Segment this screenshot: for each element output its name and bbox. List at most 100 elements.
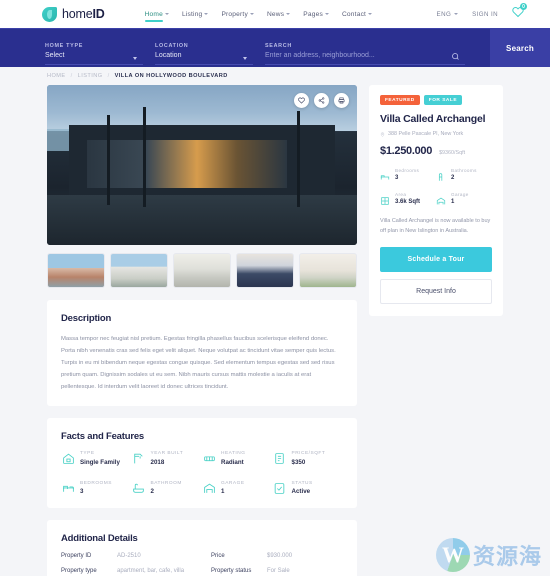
fact-status: STATUS Active xyxy=(273,481,344,495)
print-button[interactable] xyxy=(334,93,349,108)
sidebar-fact-value: 3.6k Sqft xyxy=(395,199,421,205)
nav-item-listing[interactable]: Listing xyxy=(181,8,209,21)
schedule-tour-button[interactable]: Schedule a Tour xyxy=(380,247,492,273)
home-type-value: Select xyxy=(45,51,65,59)
breadcrumb-home[interactable]: HOME xyxy=(47,73,66,79)
fact-label: YEAR BUILT xyxy=(150,451,184,457)
address-search-field[interactable]: SEARCH Enter an address, neighbourhood..… xyxy=(265,29,490,67)
search-button[interactable]: Search xyxy=(490,29,550,67)
detail-key: Price xyxy=(211,553,225,560)
bed-icon xyxy=(380,169,391,180)
chevron-down-icon xyxy=(286,13,291,15)
fact-value: 1 xyxy=(221,488,225,496)
thumbnail[interactable] xyxy=(236,253,294,288)
detail-value: apartment, bar, cafe, villa xyxy=(117,568,185,575)
fact-label: BATHROOM xyxy=(150,480,182,486)
location-label: LOCATION xyxy=(155,42,189,49)
fact-label: PRICE/SQFT xyxy=(291,451,326,457)
chevron-down-icon xyxy=(164,13,169,15)
breadcrumb-listing[interactable]: LISTING xyxy=(78,73,103,79)
detail-key: Property status xyxy=(211,568,252,575)
field-underline xyxy=(155,64,253,65)
nav-label: Listing xyxy=(181,10,203,18)
fact-heating: HEATING Radiant xyxy=(202,451,273,466)
gallery-actions xyxy=(294,93,349,108)
sidebar-fact-bathrooms: Bathrooms 2 xyxy=(436,168,492,181)
price-tag-icon xyxy=(273,452,287,466)
bed-icon xyxy=(61,481,75,495)
chevron-down-icon xyxy=(454,13,459,15)
detail-value: AD-2510 xyxy=(117,553,141,560)
property-summary-card: FEATURED FOR SALE Villa Called Archangel… xyxy=(369,85,503,317)
property-price: $1.250.000 xyxy=(380,145,433,157)
share-button[interactable] xyxy=(314,93,329,108)
property-address: 388 Pelle Pascale Pl, New York xyxy=(380,131,492,137)
price-row: $1.250.000 $9360/Sqft xyxy=(380,145,492,157)
thumbnail[interactable] xyxy=(299,253,357,288)
shower-icon xyxy=(436,169,447,181)
garage-icon xyxy=(436,193,447,205)
fact-value: 3 xyxy=(80,488,84,496)
home-type-field[interactable]: HOME TYPE Select xyxy=(45,29,155,67)
favorite-button[interactable] xyxy=(294,93,309,108)
sign-in-link[interactable]: SIGN IN xyxy=(472,11,498,18)
nav-item-home[interactable]: Home xyxy=(144,8,169,22)
site-logo[interactable]: homeID xyxy=(42,6,105,22)
house-type-icon xyxy=(61,452,75,466)
sidebar-fact-label: Area xyxy=(395,192,407,197)
facts-title: Facts and Features xyxy=(61,431,144,443)
sidebar-column: FEATURED FOR SALE Villa Called Archangel… xyxy=(369,85,503,576)
nav-label: Property xyxy=(221,10,248,18)
breadcrumb-separator: / xyxy=(107,73,110,79)
fact-value: Radiant xyxy=(221,458,244,466)
hero-tree xyxy=(143,107,146,207)
leaf-house-icon xyxy=(42,6,57,22)
sign-in-label: SIGN IN xyxy=(472,10,498,18)
heater-icon xyxy=(202,452,216,466)
nav-item-property[interactable]: Property xyxy=(221,8,254,21)
chevron-down-icon xyxy=(133,57,137,60)
description-card: Description Massa tempor nec feugiat nis… xyxy=(47,300,357,407)
fact-label: BEDROOMS xyxy=(80,480,112,486)
crane-icon xyxy=(132,452,146,466)
request-info-button[interactable]: Request Info xyxy=(380,279,492,305)
property-search-bar: HOME TYPE Select LOCATION Location SEARC… xyxy=(0,28,550,67)
search-icon[interactable] xyxy=(451,52,460,61)
breadcrumb-current: VILLA ON HOLLYWOOD BOULEVARD xyxy=(114,73,228,79)
sidebar-fact-label: Bathrooms xyxy=(451,168,477,173)
garage-icon xyxy=(202,481,216,495)
nav-item-news[interactable]: News xyxy=(267,8,291,21)
language-selector[interactable]: ENG xyxy=(437,11,459,18)
additional-details-card: Additional Details Property ID AD-2510 Pr… xyxy=(47,520,357,576)
location-field[interactable]: LOCATION Location xyxy=(155,29,265,67)
thumbnail[interactable] xyxy=(173,253,231,288)
breadcrumb: HOME / LISTING / VILLA ON HOLLYWOOD BOUL… xyxy=(47,73,228,79)
favorites-button[interactable]: 0 xyxy=(512,3,527,23)
favorites-count-badge: 0 xyxy=(520,3,527,10)
hero-ground xyxy=(47,195,357,245)
chevron-down-icon xyxy=(324,13,329,15)
sidebar-description: Villa Called Archangel is now available … xyxy=(380,218,491,235)
fact-value: $350 xyxy=(291,458,306,466)
sidebar-facts-grid: Bedrooms 3 Bathrooms 2 Area 3.6k Sqft Garag… xyxy=(380,168,492,205)
fact-value: Single Family xyxy=(80,458,120,466)
price-per-sqft: $9360/Sqft xyxy=(439,150,466,156)
property-hero-image[interactable] xyxy=(47,85,357,245)
search-label: SEARCH xyxy=(265,42,292,49)
logo-text-bold: ID xyxy=(92,7,105,21)
nav-label: Contact xyxy=(341,10,367,18)
field-underline xyxy=(45,64,143,65)
thumbnail[interactable] xyxy=(47,253,105,288)
page-title: Villa Called Archangel xyxy=(380,113,486,125)
bathtub-icon xyxy=(132,481,146,495)
thumbnail[interactable] xyxy=(110,253,168,288)
share-icon xyxy=(318,97,325,104)
address-text: 388 Pelle Pascale Pl, New York xyxy=(388,131,464,137)
description-title: Description xyxy=(61,313,112,324)
sidebar-fact-value: 1 xyxy=(451,199,455,205)
property-badges: FEATURED FOR SALE xyxy=(380,95,492,105)
nav-item-contact[interactable]: Contact xyxy=(341,8,373,21)
detail-key: Property type xyxy=(61,568,97,575)
logo-text-light: home xyxy=(62,7,93,21)
nav-item-pages[interactable]: Pages xyxy=(303,8,329,21)
